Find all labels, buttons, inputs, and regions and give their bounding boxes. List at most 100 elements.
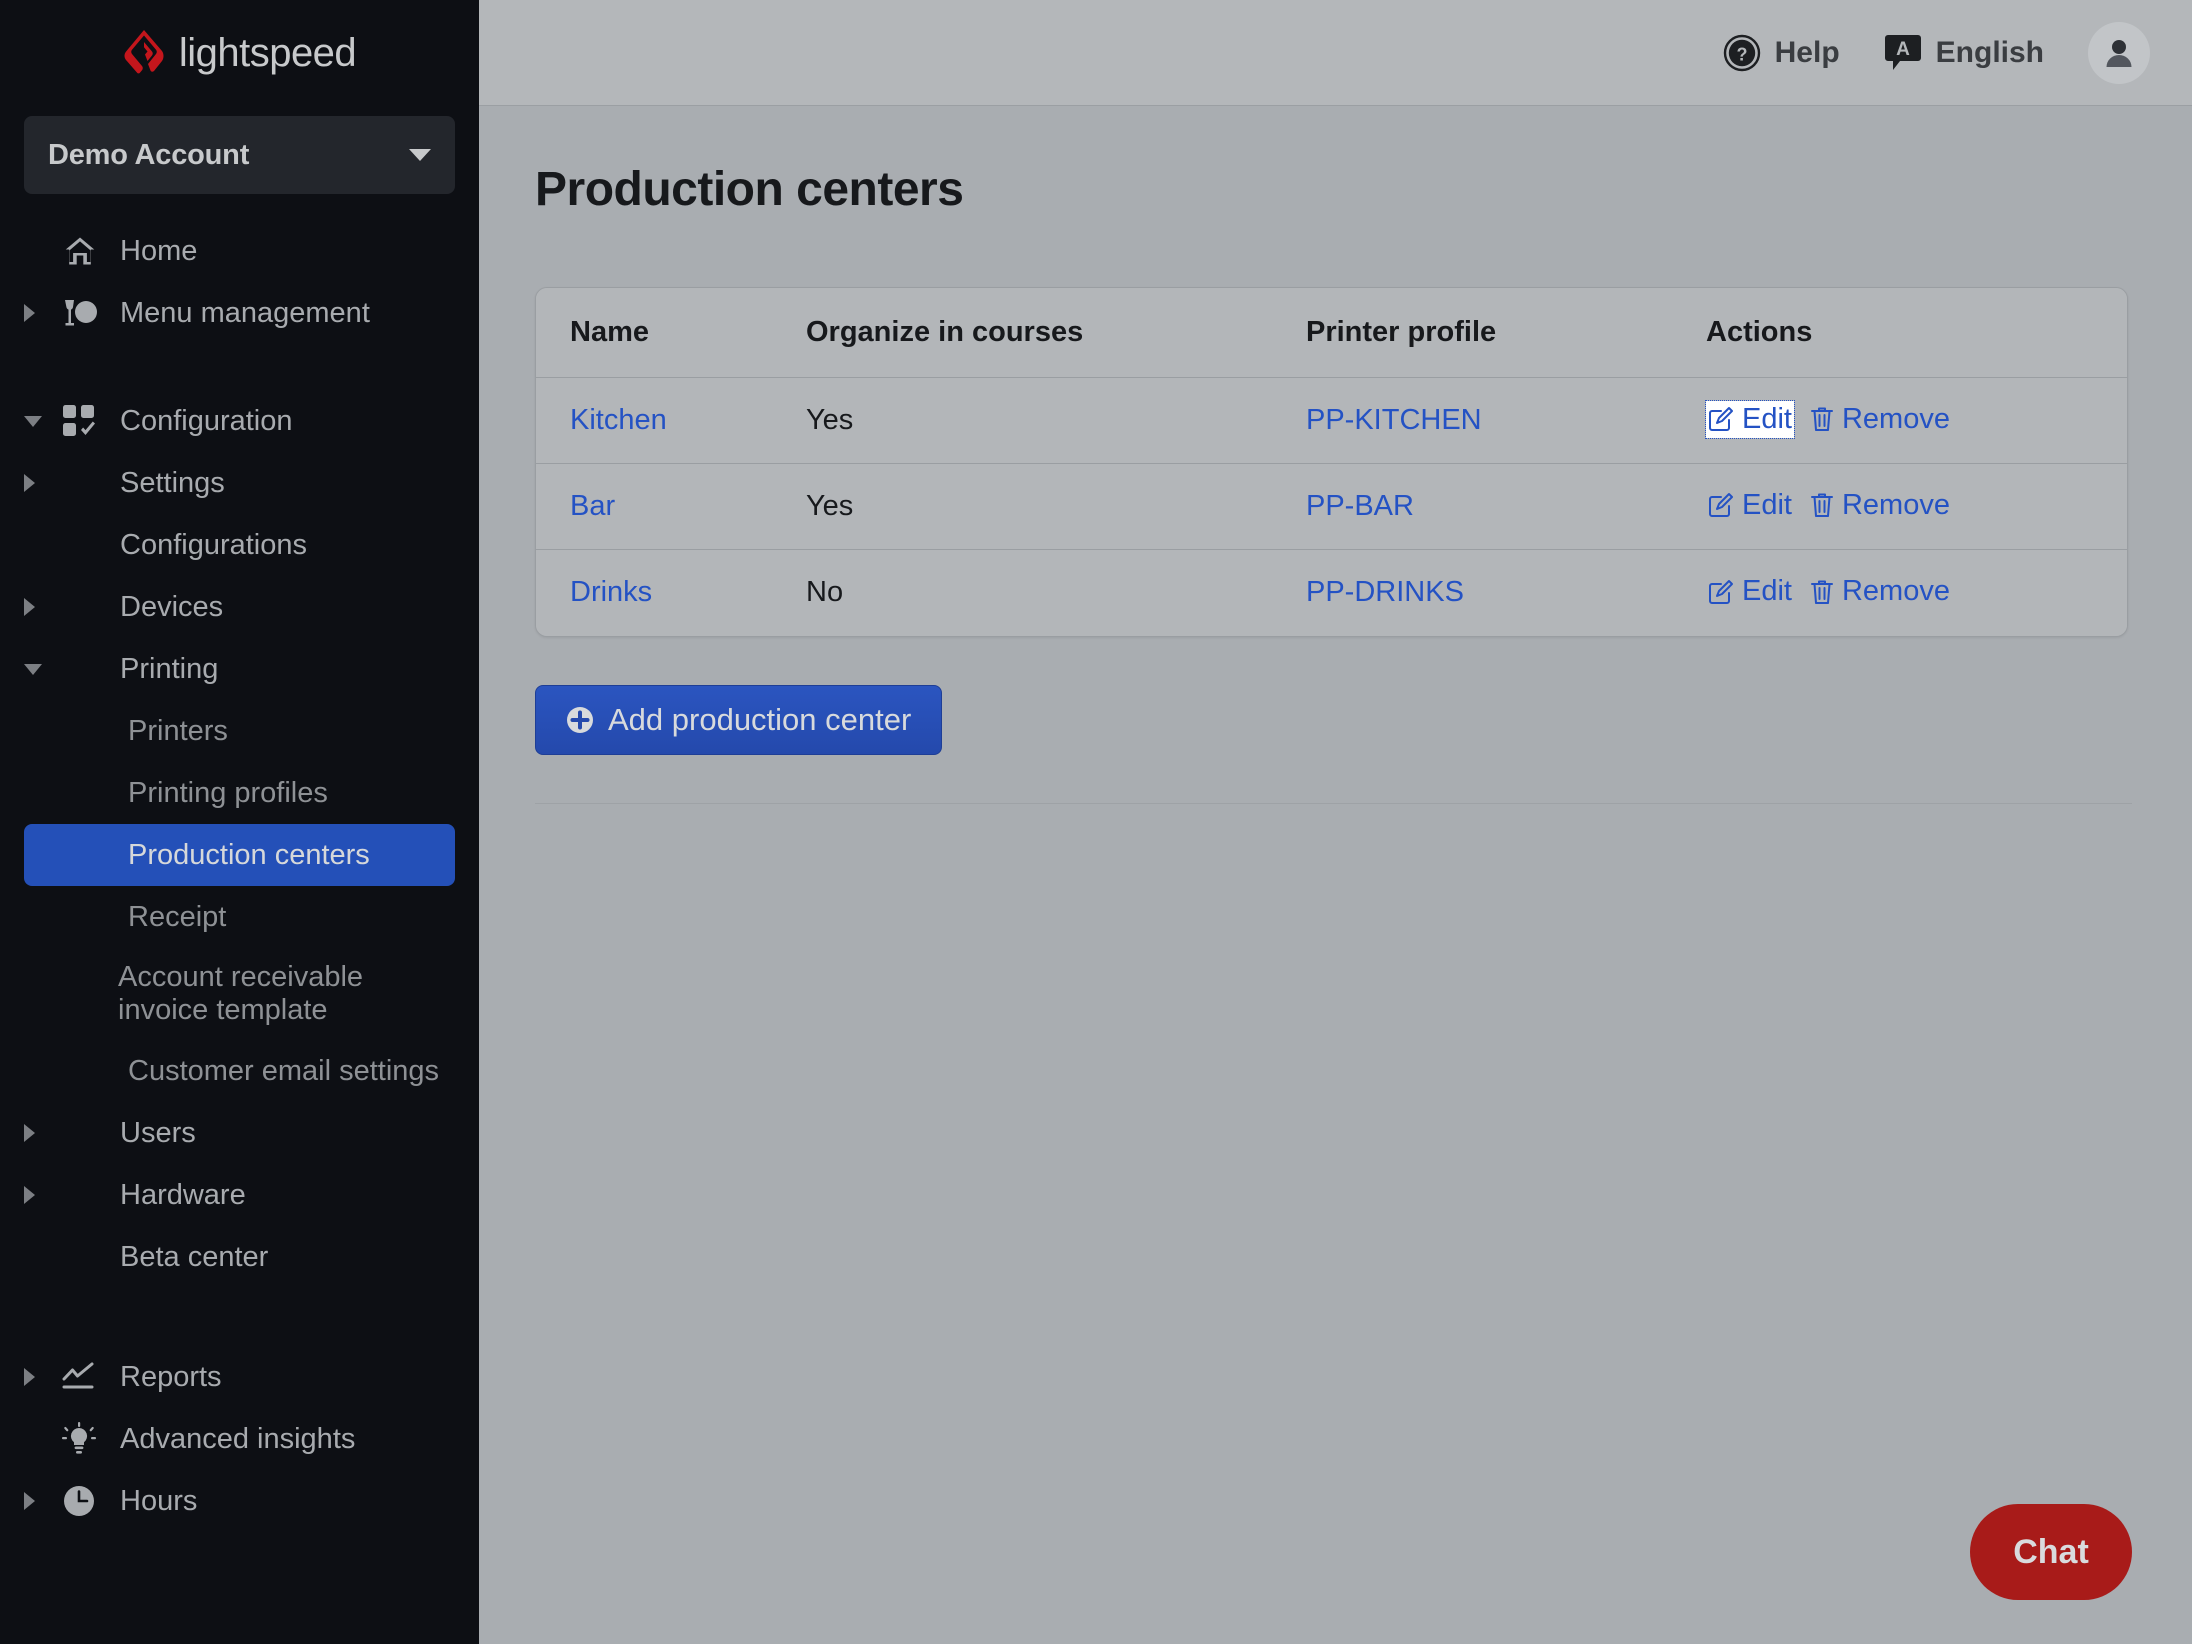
sidebar-item-label: Home (120, 234, 198, 267)
lightspeed-flame-icon (124, 30, 164, 74)
edit-label: Edit (1742, 488, 1792, 521)
sidebar-item-reports[interactable]: Reports (0, 1346, 479, 1408)
add-production-center-button[interactable]: Add production center (535, 684, 943, 755)
edit-link[interactable]: Edit (1706, 573, 1794, 610)
printer-profile-link[interactable]: PP-BAR (1306, 490, 1414, 522)
sidebar-item-printing-profiles[interactable]: Printing profiles (0, 762, 479, 824)
production-center-link[interactable]: Bar (570, 490, 615, 522)
menu-management-icon (62, 298, 120, 328)
production-centers-table-card: Name Organize in courses Printer profile… (535, 287, 2128, 637)
remove-label: Remove (1841, 575, 1950, 607)
lightbulb-icon (62, 1422, 120, 1456)
sidebar-item-label: Hours (120, 1484, 198, 1517)
sidebar-item-menu-management[interactable]: Menu management (0, 282, 479, 344)
svg-text:A: A (1896, 39, 1910, 60)
expand-arrow[interactable] (24, 598, 62, 616)
table-header-row: Name Organize in courses Printer profile… (536, 288, 2127, 378)
table-row: Kitchen Yes PP-KITCHEN Edit Remove (536, 377, 2127, 464)
sidebar-item-label: Receipt (128, 900, 227, 933)
production-center-link[interactable]: Kitchen (570, 404, 667, 436)
cell-printer-profile: PP-BAR (1306, 463, 1706, 550)
user-avatar[interactable] (2088, 21, 2150, 84)
sidebar-nav: Home Menu management Configuration Setti… (0, 220, 479, 1532)
remove-label: Remove (1841, 488, 1950, 521)
sidebar-item-beta-center[interactable]: Beta center (0, 1226, 479, 1288)
sidebar-item-configuration[interactable]: Configuration (0, 390, 479, 452)
table-body: Kitchen Yes PP-KITCHEN Edit Remove Bar Y… (536, 377, 2127, 636)
configuration-icon (62, 404, 120, 438)
chevron-down-icon (409, 149, 431, 161)
help-label: Help (1774, 35, 1840, 69)
cell-name: Bar (536, 463, 806, 550)
plus-circle-icon (567, 706, 593, 733)
home-icon (62, 233, 120, 269)
brand-name: lightspeed (178, 30, 357, 75)
sidebar-item-label: Users (120, 1116, 196, 1149)
sidebar-item-label: Printers (128, 714, 228, 747)
language-label: English (1935, 35, 2044, 69)
expand-arrow[interactable] (24, 1492, 62, 1510)
sidebar-item-hardware[interactable]: Hardware (0, 1164, 479, 1226)
printer-profile-link[interactable]: PP-KITCHEN (1306, 404, 1482, 436)
sidebar-item-label: Customer email settings (128, 1054, 440, 1087)
chevron-down-icon (24, 415, 42, 427)
remove-link[interactable]: Remove (1808, 573, 1952, 610)
sidebar-item-hours[interactable]: Hours (0, 1470, 479, 1532)
column-header-organize: Organize in courses (806, 288, 1306, 378)
add-production-center-label: Add production center (608, 701, 912, 737)
account-selector[interactable]: Demo Account (24, 116, 455, 194)
collapse-arrow[interactable] (24, 415, 62, 427)
table-head: Name Organize in courses Printer profile… (536, 288, 2127, 378)
sidebar-item-label: Settings (120, 466, 225, 499)
sidebar-item-users[interactable]: Users (0, 1102, 479, 1164)
top-bar: ? Help A English (479, 0, 2192, 106)
sidebar-item-label: Production centers (128, 838, 370, 871)
expand-arrow[interactable] (24, 304, 62, 322)
app-root: lightspeed Demo Account Home Menu manage… (0, 0, 2192, 1644)
printer-profile-link[interactable]: PP-DRINKS (1306, 576, 1464, 608)
cell-printer-profile: PP-KITCHEN (1306, 377, 1706, 464)
brand-logo[interactable]: lightspeed (0, 0, 479, 106)
chevron-right-icon (24, 1186, 35, 1204)
sidebar-item-label: Devices (120, 590, 224, 623)
sidebar-item-settings[interactable]: Settings (0, 452, 479, 514)
remove-link[interactable]: Remove (1808, 487, 1952, 524)
expand-arrow[interactable] (24, 1124, 62, 1142)
cell-organize: No (806, 549, 1306, 636)
sidebar-item-devices[interactable]: Devices (0, 576, 479, 638)
sidebar-item-printing[interactable]: Printing (0, 638, 479, 700)
sidebar-item-label: Printing (120, 652, 219, 685)
sidebar-item-customer-email-settings[interactable]: Customer email settings (0, 1040, 479, 1102)
sidebar-item-advanced-insights[interactable]: Advanced insights (0, 1408, 479, 1470)
remove-label: Remove (1841, 402, 1950, 435)
production-center-link[interactable]: Drinks (570, 576, 652, 608)
sidebar-item-home[interactable]: Home (0, 220, 479, 282)
remove-link[interactable]: Remove (1808, 401, 1952, 438)
pencil-square-icon (1709, 407, 1733, 432)
chevron-right-icon (24, 598, 35, 616)
trash-icon (1810, 407, 1833, 432)
cell-name: Drinks (536, 549, 806, 636)
expand-arrow[interactable] (24, 474, 62, 492)
translate-icon: A (1884, 34, 1921, 70)
collapse-arrow[interactable] (24, 663, 62, 675)
edit-link[interactable]: Edit (1705, 399, 1795, 439)
sidebar-item-printers[interactable]: Printers (0, 700, 479, 762)
pencil-square-icon (1709, 493, 1733, 518)
sidebar-item-configurations[interactable]: Configurations (0, 514, 479, 576)
expand-arrow[interactable] (24, 1368, 62, 1386)
pencil-square-icon (1709, 579, 1733, 604)
edit-link[interactable]: Edit (1706, 487, 1794, 524)
help-button[interactable]: ? Help (1723, 34, 1840, 72)
sidebar-item-account-receivable-invoice-template[interactable]: Account receivable invoice template (0, 948, 479, 1040)
cell-organize: Yes (806, 377, 1306, 464)
chat-button[interactable]: Chat (1970, 1504, 2132, 1600)
sidebar-item-label: Configuration (120, 404, 293, 437)
sidebar-item-production-centers[interactable]: Production centers (24, 824, 455, 886)
expand-arrow[interactable] (24, 1186, 62, 1204)
language-selector[interactable]: A English (1884, 33, 2044, 73)
sidebar-item-receipt[interactable]: Receipt (0, 886, 479, 948)
page-content: Production centers Name Organize in cour… (479, 106, 2192, 804)
